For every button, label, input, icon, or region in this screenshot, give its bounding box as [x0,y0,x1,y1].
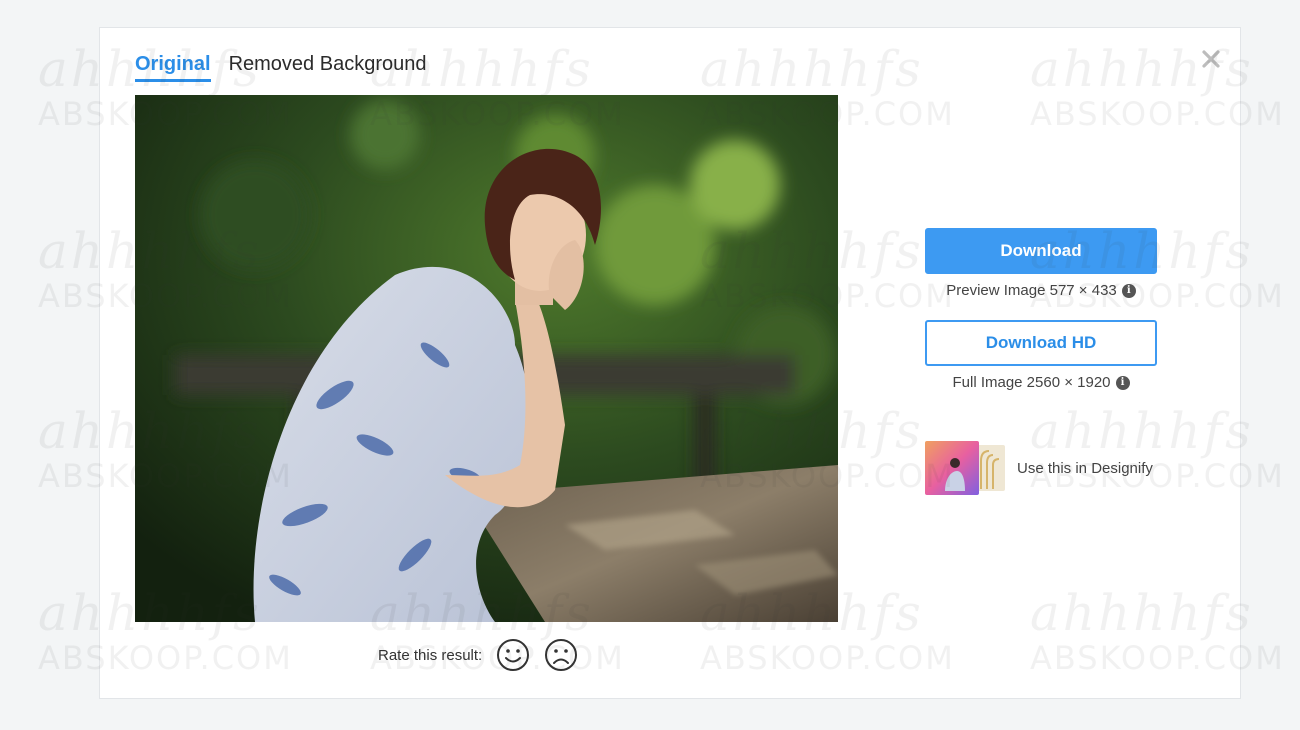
rate-positive-button[interactable] [496,638,530,672]
full-image-note: Full Image 2560 × 1920 i [925,374,1157,391]
designify-link[interactable]: Use this in Designify [925,441,1157,495]
view-tabs: Original Removed Background [135,53,426,82]
designify-thumbnail [925,441,1005,495]
photo-image [135,95,838,622]
original-photo [135,95,838,622]
rate-label: Rate this result: [378,646,483,664]
download-button[interactable]: Download [925,228,1157,274]
smile-icon [497,639,530,671]
page: Original Removed Background Rate this re… [0,0,1300,730]
download-hd-button[interactable]: Download HD [925,320,1157,366]
close-icon [1202,50,1220,68]
full-image-size: Full Image 2560 × 1920 [952,374,1111,391]
result-dialog: Original Removed Background Rate this re… [99,27,1241,699]
designify-label: Use this in Designify [1017,459,1153,477]
rate-negative-button[interactable] [544,638,578,672]
preview-image-size: Preview Image 577 × 433 [946,282,1117,299]
preview-image-note: Preview Image 577 × 433 i [925,282,1157,299]
info-icon[interactable]: i [1115,375,1130,390]
rating-bar: Rate this result: [378,638,578,672]
tab-original[interactable]: Original [135,53,211,82]
close-button[interactable] [1196,44,1226,74]
frown-icon [545,639,578,671]
info-icon[interactable]: i [1121,283,1136,298]
tab-removed-background[interactable]: Removed Background [229,53,427,82]
download-panel: Download Preview Image 577 × 433 i Downl… [925,228,1157,495]
